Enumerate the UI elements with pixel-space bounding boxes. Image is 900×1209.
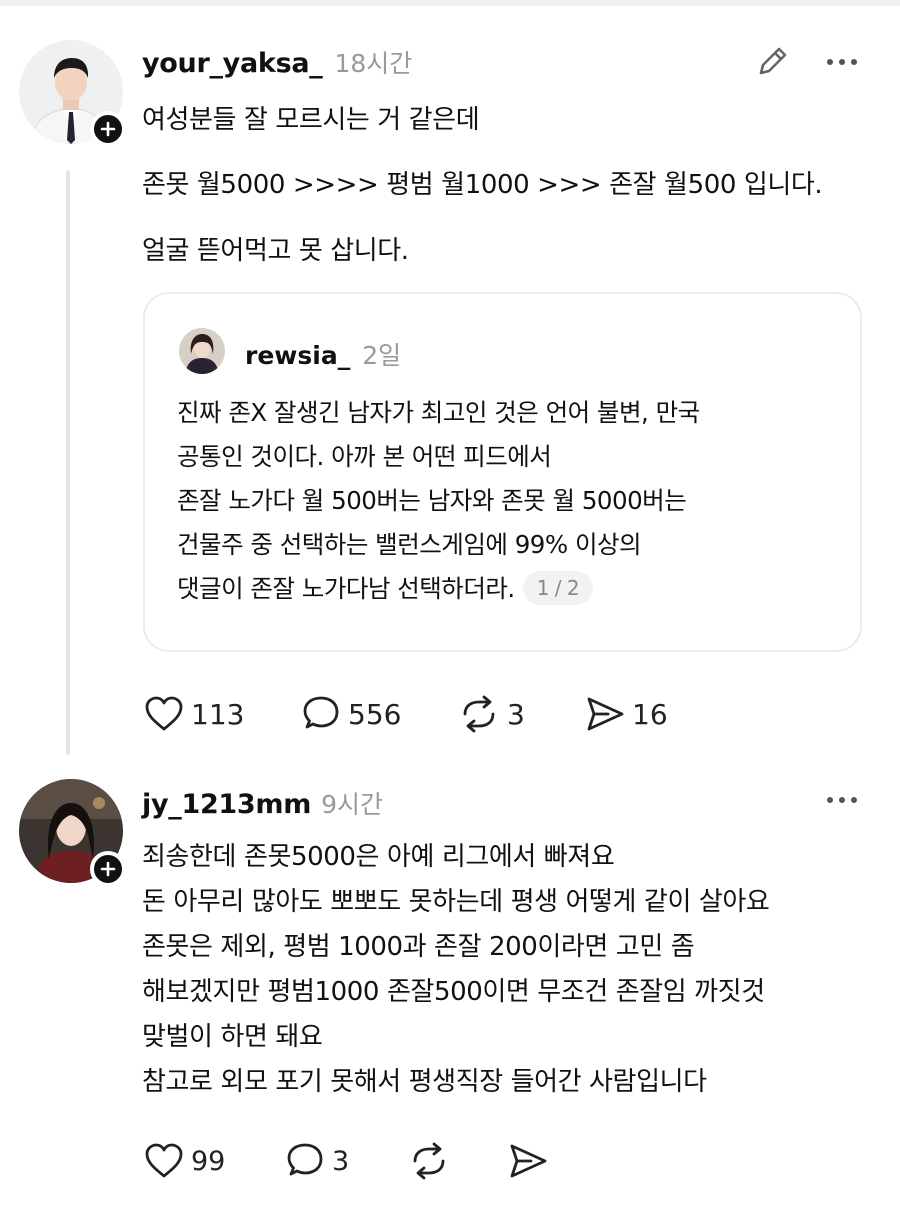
plus-icon xyxy=(100,861,116,877)
avatar[interactable] xyxy=(179,328,225,374)
edit-button[interactable] xyxy=(754,42,792,80)
quoted-text-line: 존잘 노가다 월 500버는 남자와 존못 월 5000버는 xyxy=(177,486,687,515)
comment-count: 3 xyxy=(332,1145,350,1177)
follow-plus-button[interactable] xyxy=(90,111,126,147)
post-text-line: 돈 아무리 많아도 뽀뽀도 못하는데 평생 어떻게 같이 살아요 xyxy=(142,887,770,917)
pencil-icon xyxy=(759,47,787,75)
repost-button[interactable] xyxy=(407,1141,451,1181)
more-dots-icon[interactable] xyxy=(827,797,857,803)
post-text-line: 존못은 제외, 평범 1000과 존잘 200이라면 고민 좀 xyxy=(142,932,695,962)
send-icon xyxy=(587,697,624,731)
quoted-text-line: 공통인 것이다. 아까 본 어떤 피드에서 xyxy=(177,442,552,471)
post-text-line: 참고로 외모 포기 못해서 평생직장 들어간 사람입니다 xyxy=(142,1067,707,1097)
share-button[interactable] xyxy=(507,1141,549,1181)
repost-icon xyxy=(463,695,495,733)
send-icon xyxy=(510,1144,547,1178)
quoted-post-card[interactable]: rewsia_ 2일 진짜 존X 잘생긴 남자가 최고인 것은 언어 불변, 만… xyxy=(143,292,862,652)
like-button[interactable]: 113 xyxy=(143,694,244,734)
comment-bubble-icon xyxy=(303,696,339,729)
heart-icon xyxy=(145,1143,183,1178)
like-count: 99 xyxy=(191,1145,226,1177)
comment-bubble-icon xyxy=(287,1143,323,1176)
plus-icon xyxy=(100,121,116,137)
top-divider xyxy=(0,0,900,6)
post-text-line: 맞벌이 하면 돼요 xyxy=(142,1022,323,1052)
quoted-time: 2일 xyxy=(362,341,402,370)
like-button[interactable]: 99 xyxy=(143,1141,225,1181)
heart-icon xyxy=(145,696,183,731)
like-count: 113 xyxy=(191,697,245,731)
username[interactable]: your_yaksa_ xyxy=(142,48,323,79)
quoted-text-line: 진짜 존X 잘생긴 남자가 최고인 것은 언어 불변, 만국 xyxy=(177,398,700,427)
comment-button[interactable]: 3 xyxy=(284,1141,349,1181)
post-time: 18시간 xyxy=(334,49,413,78)
post-text-line: 해보겠지만 평범1000 존잘500이면 무조건 존잘임 까짓것 xyxy=(142,977,765,1007)
quoted-text-line: 건물주 중 선택하는 밸런스게임에 99% 이상의 xyxy=(177,530,642,559)
quoted-username[interactable]: rewsia_ xyxy=(245,341,350,370)
repost-count: 3 xyxy=(507,697,525,731)
repost-button[interactable]: 3 xyxy=(457,694,525,734)
repost-icon xyxy=(413,1142,445,1180)
follow-plus-button[interactable] xyxy=(90,851,126,887)
post-text-line: 얼굴 뜯어먹고 못 삽니다. xyxy=(142,236,409,266)
post-text-line: 여성분들 잘 모르시는 거 같은데 xyxy=(142,105,480,135)
comment-button[interactable]: 556 xyxy=(300,694,401,734)
share-button[interactable]: 16 xyxy=(584,694,668,734)
post-time: 9시간 xyxy=(321,790,383,819)
more-dots-icon[interactable] xyxy=(827,59,857,65)
post-text-line: 죄송한데 존못5000은 아예 리그에서 빠져요 xyxy=(142,842,615,872)
quoted-text-line: 댓글이 존잘 노가다남 선택하더라. xyxy=(177,574,515,603)
thread-line xyxy=(66,170,70,755)
username[interactable]: jy_1213mm xyxy=(142,789,311,820)
comment-count: 556 xyxy=(348,697,402,731)
share-count: 16 xyxy=(632,697,668,731)
page-indicator: 1 / 2 xyxy=(522,571,594,605)
post-text-line: 존못 월5000 >>>> 평범 월1000 >>> 존잘 월500 입니다. xyxy=(142,170,823,200)
